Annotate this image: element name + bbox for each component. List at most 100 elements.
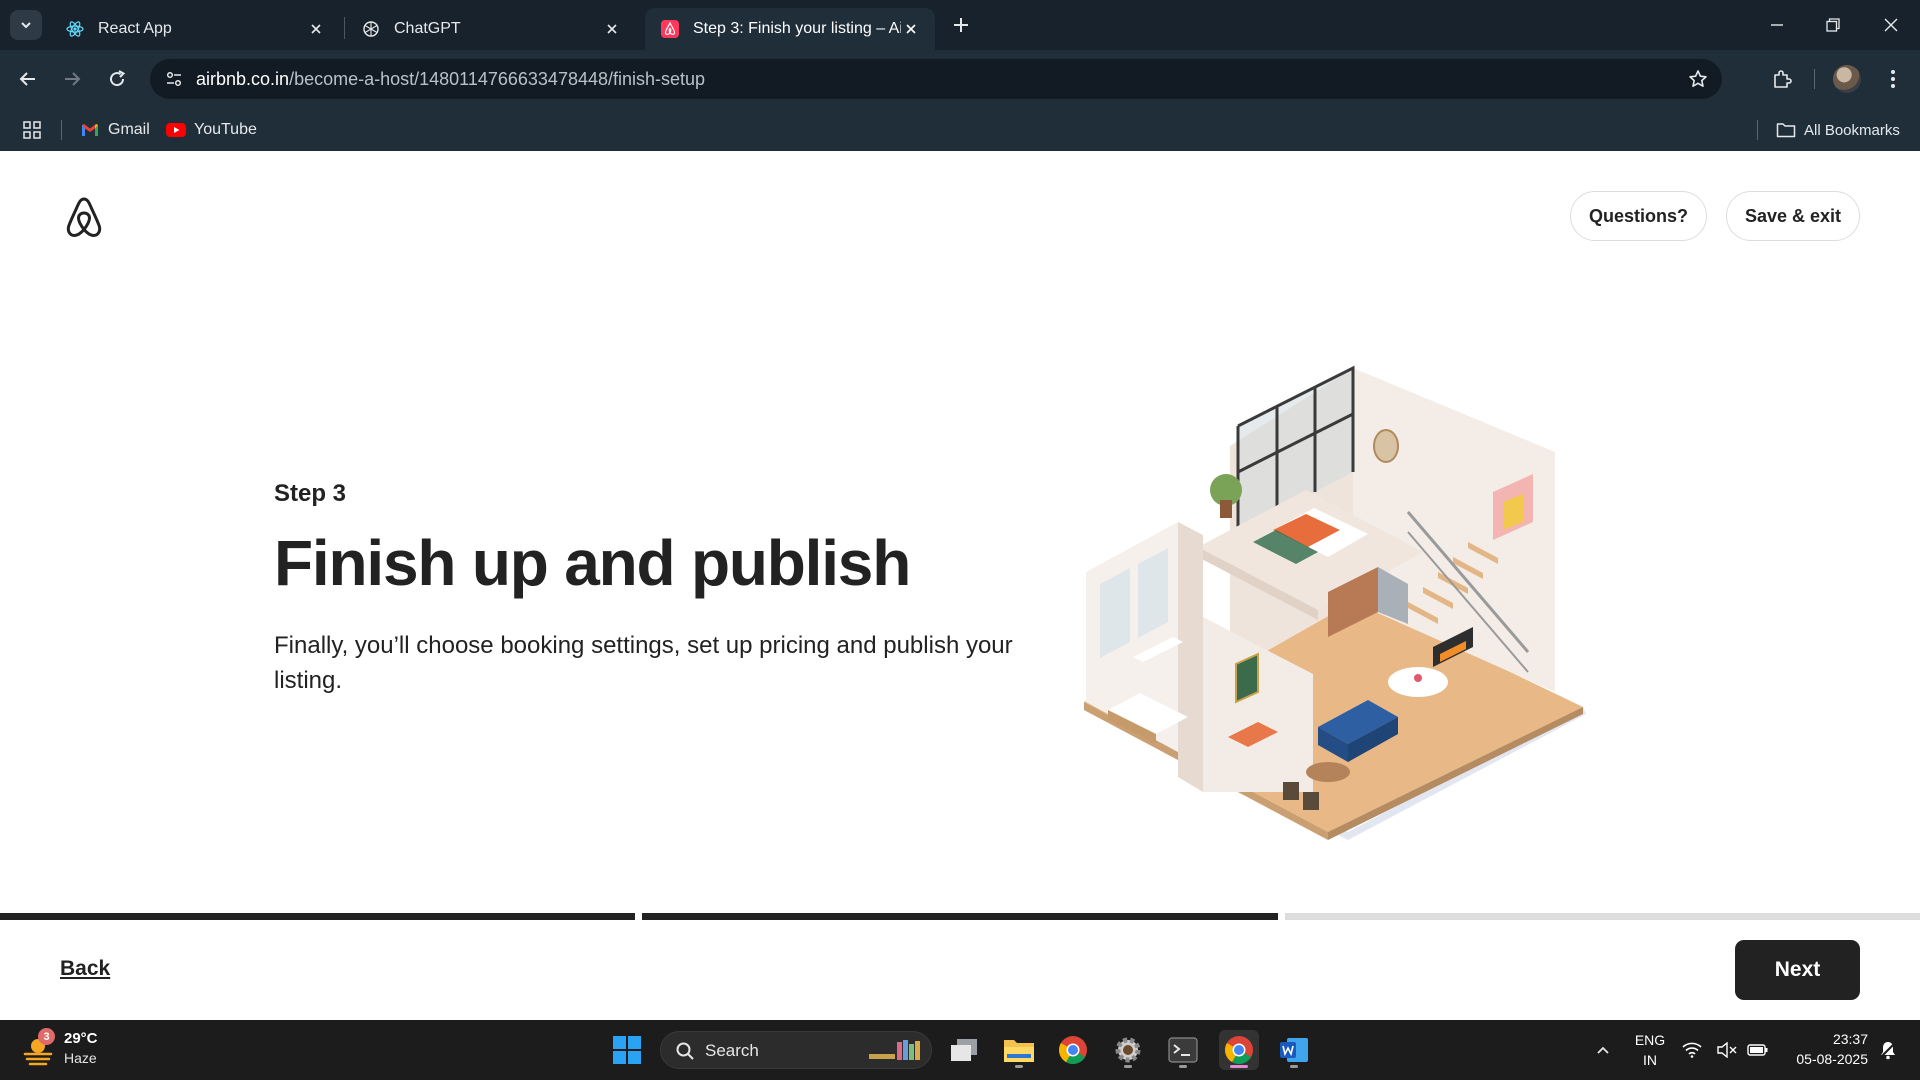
gmail-icon: [80, 122, 100, 138]
chevron-down-icon: [21, 22, 31, 29]
file-explorer-button[interactable]: [999, 1030, 1039, 1070]
browser-menu-button[interactable]: [1877, 63, 1909, 95]
tab-title: Step 3: Finish your listing – Airbnb: [693, 20, 901, 37]
taskbar-search[interactable]: Search: [660, 1031, 932, 1069]
gear-icon: [1115, 1037, 1141, 1063]
puzzle-icon: [1774, 70, 1792, 88]
wifi-icon[interactable]: [1678, 1030, 1706, 1070]
bookmarks-separator: [61, 120, 62, 140]
progress-segment-complete: [642, 913, 1278, 920]
bookmark-gmail[interactable]: Gmail: [80, 117, 150, 143]
progress-segment-complete: [0, 913, 636, 920]
weather-badge: 3: [38, 1028, 55, 1045]
search-icon: [676, 1042, 694, 1060]
airbnb-favicon-icon: [661, 20, 679, 38]
minimize-button[interactable]: [1762, 10, 1792, 40]
clock-time[interactable]: 23:37: [1772, 1031, 1868, 1047]
terminal-icon: [1168, 1037, 1198, 1063]
close-icon[interactable]: [901, 19, 921, 39]
back-link[interactable]: Back: [60, 957, 110, 981]
tray-overflow-button[interactable]: [1583, 1030, 1623, 1070]
tab-chatgpt[interactable]: ChatGPT: [346, 8, 636, 50]
chrome-icon: [1225, 1036, 1253, 1064]
next-button[interactable]: Next: [1735, 940, 1860, 1000]
close-icon[interactable]: [306, 19, 326, 39]
questions-button[interactable]: Questions?: [1570, 191, 1707, 241]
close-icon: [1884, 18, 1898, 32]
toolbar-separator: [1814, 69, 1815, 89]
chevron-up-icon: [1597, 1046, 1609, 1054]
clock-date[interactable]: 05-08-2025: [1772, 1051, 1868, 1067]
language-secondary[interactable]: IN: [1630, 1052, 1670, 1068]
minimize-icon: [1771, 24, 1783, 26]
word-taskbar-button[interactable]: [1274, 1030, 1314, 1070]
running-indicator: [1015, 1065, 1023, 1068]
tab-strip: React App ChatGPT Step 3: Finish your li…: [0, 0, 1920, 50]
bookmark-label: YouTube: [194, 121, 257, 138]
reload-button[interactable]: [101, 63, 133, 95]
url-path: /become-a-host/1480114766633478448/finis…: [289, 69, 706, 89]
task-view-button[interactable]: [944, 1030, 984, 1070]
battery-icon[interactable]: [1744, 1030, 1772, 1070]
folder-icon: [1004, 1040, 1034, 1062]
reload-icon: [110, 70, 126, 87]
progress-segment-incomplete: [1284, 913, 1920, 920]
page-description: Finally, you’ll choose booking settings,…: [274, 632, 1013, 694]
bookmarks-bar: Gmail YouTube All Bookmarks: [0, 108, 1920, 151]
react-icon: [66, 20, 84, 38]
notification-bell-icon[interactable]: [1874, 1030, 1902, 1070]
running-indicator: [1290, 1065, 1298, 1068]
language-primary[interactable]: ENG: [1630, 1032, 1670, 1048]
word-icon: [1280, 1038, 1308, 1062]
all-bookmarks-label: All Bookmarks: [1804, 121, 1900, 139]
tab-airbnb-active[interactable]: Step 3: Finish your listing – Airbnb: [645, 8, 935, 50]
youtube-icon: [166, 122, 186, 138]
tab-search-button[interactable]: [10, 10, 42, 40]
running-indicator: [1179, 1065, 1187, 1068]
start-button[interactable]: [607, 1030, 647, 1070]
arrow-right-icon: [65, 72, 81, 86]
chrome-icon: [1059, 1036, 1087, 1064]
apps-grid-icon[interactable]: [20, 118, 44, 142]
profile-avatar[interactable]: [1833, 65, 1861, 93]
volume-muted-icon[interactable]: [1713, 1030, 1741, 1070]
chrome-taskbar-button[interactable]: [1053, 1030, 1093, 1070]
address-bar[interactable]: airbnb.co.in/become-a-host/1480114766633…: [150, 59, 1722, 99]
task-view-icon: [951, 1039, 977, 1061]
weather-temperature[interactable]: 29°C: [64, 1030, 98, 1047]
airbnb-logo-icon[interactable]: [64, 196, 104, 238]
progress-bar: [0, 913, 1920, 920]
browser-chrome: React App ChatGPT Step 3: Finish your li…: [0, 0, 1920, 151]
running-indicator: [1124, 1065, 1132, 1068]
plus-icon: [954, 18, 968, 32]
windows-logo-icon: [613, 1036, 641, 1064]
back-nav-button[interactable]: [12, 63, 44, 95]
bookmarks-separator: [1757, 120, 1758, 140]
bookmark-label: Gmail: [108, 121, 150, 138]
running-indicator-active: [1230, 1065, 1248, 1068]
site-info-icon[interactable]: [160, 65, 188, 93]
forward-nav-button[interactable]: [56, 63, 88, 95]
bookmark-star-icon[interactable]: [1686, 67, 1710, 91]
bookmark-youtube[interactable]: YouTube: [166, 117, 257, 143]
chrome-active-taskbar-button[interactable]: [1219, 1030, 1259, 1070]
close-window-button[interactable]: [1876, 10, 1906, 40]
more-vertical-icon: [1891, 70, 1895, 88]
chatgpt-icon: [362, 20, 380, 38]
settings-taskbar-button[interactable]: [1108, 1030, 1148, 1070]
tab-react-app[interactable]: React App: [50, 8, 340, 50]
terminal-taskbar-button[interactable]: [1163, 1030, 1203, 1070]
folder-icon: [1776, 122, 1796, 138]
new-tab-button[interactable]: [948, 12, 974, 38]
extensions-button[interactable]: [1766, 63, 1798, 95]
arrow-left-icon: [19, 72, 35, 86]
tab-separator: [344, 17, 345, 39]
weather-condition[interactable]: Haze: [64, 1050, 97, 1066]
windows-taskbar: 3 29°C Haze Search ENG IN 23:37 05-08-20…: [0, 1020, 1920, 1080]
save-exit-button[interactable]: Save & exit: [1726, 191, 1860, 241]
all-bookmarks[interactable]: All Bookmarks: [1776, 117, 1900, 143]
close-icon[interactable]: [602, 19, 622, 39]
url-text[interactable]: airbnb.co.in/become-a-host/1480114766633…: [196, 69, 705, 90]
tab-title: ChatGPT: [394, 20, 461, 37]
restore-button[interactable]: [1818, 10, 1848, 40]
